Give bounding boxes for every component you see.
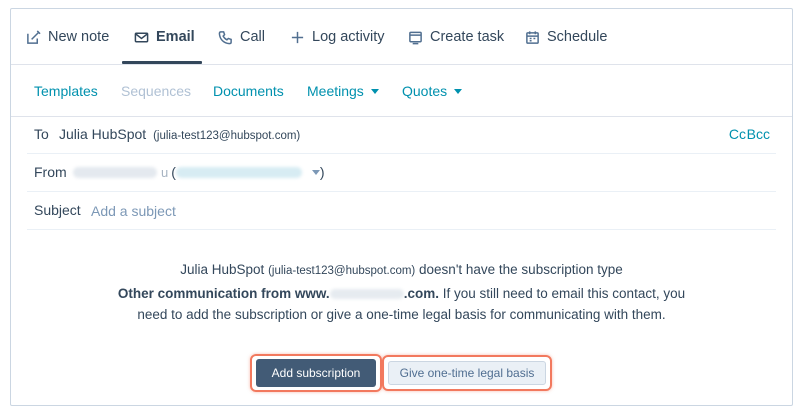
tab-schedule[interactable]: Schedule: [525, 23, 607, 51]
subscription-prefix: Other communication from www.: [117, 285, 330, 301]
redacted-domain: [329, 288, 404, 299]
from-row: From u ( ): [11, 154, 792, 192]
quotes-dropdown[interactable]: Quotes: [402, 83, 463, 99]
tab-label: Log activity: [312, 29, 385, 45]
divider: [11, 64, 792, 65]
subscription-warning: Julia HubSpot (julia-test123@hubspot.com…: [11, 259, 792, 326]
recipient[interactable]: Julia HubSpot (julia-test123@hubspot.com…: [59, 126, 300, 142]
activity-tabs: New note Email Call Log activity Create …: [11, 9, 792, 64]
subject-row: Subject: [11, 192, 792, 230]
tab-email[interactable]: Email: [134, 23, 195, 51]
to-row: To Julia HubSpot (julia-test123@hubspot.…: [11, 116, 792, 154]
tab-label: Email: [156, 29, 195, 45]
divider: [27, 229, 776, 230]
edit-icon: [27, 29, 41, 44]
to-label: To: [34, 126, 49, 142]
quotes-label: Quotes: [402, 83, 448, 99]
documents-button[interactable]: Documents: [213, 83, 284, 99]
warning-contact-email: (julia-test123@hubspot.com): [268, 265, 416, 277]
plus-icon: [291, 31, 304, 43]
task-icon: [409, 31, 422, 44]
subscription-type: Other communication from www. .com.: [118, 286, 439, 301]
warning-line-2: Other communication from www. .com. If yo…: [11, 283, 792, 305]
cc-link[interactable]: Cc: [729, 126, 746, 142]
tab-label: Schedule: [547, 29, 608, 45]
bcc-link[interactable]: Bcc: [747, 126, 770, 142]
caret-down-icon: [370, 89, 379, 94]
calendar-icon: [526, 30, 539, 44]
tab-label: Call: [240, 29, 265, 45]
recipient-name: Julia HubSpot: [59, 126, 147, 142]
warning-line-1: Julia HubSpot (julia-test123@hubspot.com…: [11, 259, 792, 283]
meetings-label: Meetings: [307, 83, 364, 99]
subject-input[interactable]: [91, 200, 491, 222]
warning-contact-name: Julia HubSpot: [180, 262, 265, 277]
legal-basis-button[interactable]: Give one-time legal basis: [388, 361, 546, 385]
from-select[interactable]: u ( ): [73, 161, 329, 183]
tab-label: Create task: [430, 29, 505, 45]
from-label: From: [34, 164, 67, 180]
warning-line-1-tail: doesn't have the subscription type: [419, 262, 623, 277]
sender-name-tail: u: [161, 164, 169, 180]
email-toolbar: Templates Sequences Documents Meetings Q…: [11, 73, 792, 109]
close-paren: ): [319, 164, 325, 180]
tab-log-activity[interactable]: Log activity: [290, 23, 385, 51]
meetings-dropdown[interactable]: Meetings: [307, 83, 379, 99]
email-composer-panel: New note Email Call Log activity Create …: [10, 8, 793, 406]
tab-new-note[interactable]: New note: [26, 23, 109, 51]
warning-line-2-tail: If you still need to email this contact,…: [442, 285, 686, 301]
subject-label: Subject: [34, 202, 81, 218]
recipient-email: (julia-test123@hubspot.com): [153, 130, 301, 142]
redacted-sender-name: [73, 166, 157, 178]
warning-line-3: need to add the subscription or give a o…: [137, 307, 666, 322]
templates-button[interactable]: Templates: [34, 83, 98, 99]
phone-icon: [218, 30, 232, 44]
caret-down-icon: [311, 169, 320, 175]
subscription-suffix: .com.: [403, 285, 439, 301]
caret-down-icon: [454, 89, 463, 94]
redacted-sender-email: [175, 166, 302, 178]
add-subscription-button[interactable]: Add subscription: [256, 359, 376, 387]
tab-label: New note: [48, 29, 110, 45]
tab-call[interactable]: Call: [218, 23, 265, 51]
email-icon: [134, 32, 149, 42]
sequences-button: Sequences: [121, 83, 192, 99]
tab-create-task[interactable]: Create task: [408, 23, 504, 51]
